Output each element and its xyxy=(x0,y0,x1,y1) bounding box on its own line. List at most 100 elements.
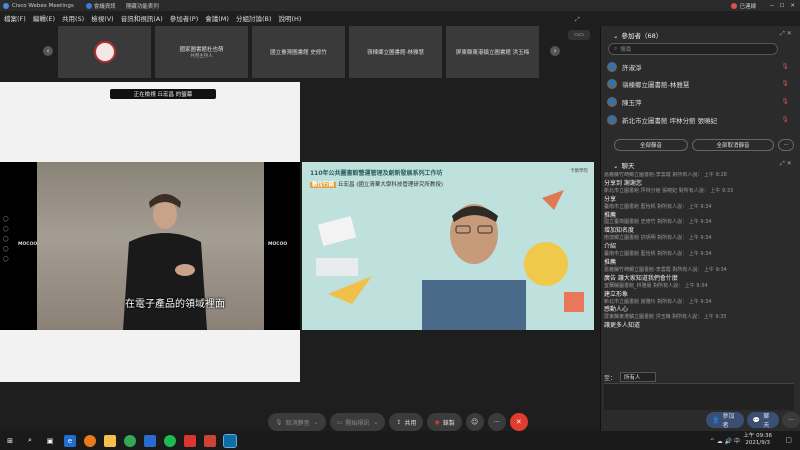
menu-breakout[interactable]: 分組討論(B) xyxy=(236,13,272,23)
powerpoint-icon[interactable] xyxy=(204,434,216,447)
record-icon: ◉ xyxy=(434,418,440,426)
mic-muted-icon[interactable]: 🎙 xyxy=(781,80,789,87)
start-video-button[interactable]: ▭ 開始視訊 ⌄ xyxy=(329,413,386,431)
menu-audio-video[interactable]: 音訊和視訊(A) xyxy=(121,13,163,23)
chat-message: 廣告 讓大家知道我們會什麼 xyxy=(604,274,678,282)
edge-icon[interactable]: e xyxy=(64,434,76,447)
maximize-button[interactable]: ☐ xyxy=(779,3,784,9)
video-off-icon: ▭ xyxy=(336,418,343,426)
chat-meta: 嘉義縣竹崎鄉立圖書館-李雲霞 對所有人說： 上午 9:28 xyxy=(604,172,727,178)
thumbnail-participant[interactable]: 屏東縣東港鎮立圖書館 洪玉梅 xyxy=(446,26,539,78)
leave-meeting-button[interactable]: ✕ xyxy=(509,413,528,431)
chat-meta: 新北市立圖書館 謝雅玲 對所有人說： 上午 9:34 xyxy=(604,298,712,305)
minimize-button[interactable]: ─ xyxy=(770,3,773,9)
chrome-icon[interactable] xyxy=(124,434,136,447)
webex-taskbar-icon[interactable] xyxy=(223,433,237,448)
hide-menu-bar-button[interactable]: 隱藏功能表列 xyxy=(126,2,159,10)
side-indicator-icons: ◯ ◯ ◯ ◯ ◯ xyxy=(3,214,15,264)
tab-chat[interactable]: 💬 聊天 xyxy=(746,412,780,429)
menu-meeting[interactable]: 會議(M) xyxy=(205,13,229,23)
webex-logo-icon xyxy=(3,2,9,9)
thumbnail-participant[interactable]: 嶺棟鄉立圖書館-林雅慧 xyxy=(349,26,442,78)
thumbnail-host-logo[interactable] xyxy=(58,26,151,78)
library-seal-icon xyxy=(93,41,116,63)
participant-search-input[interactable]: ⌕ 搜尋 xyxy=(608,43,778,55)
share-viewing-banner: 正在檢視 丘宏昌 的螢幕 xyxy=(110,89,216,99)
chat-meta: 嘉義縣竹崎鄉立圖書館-李雲霞 對所有人說： 上午 9:34 xyxy=(604,266,727,273)
indicator-icon: ◯ xyxy=(3,226,9,232)
system-clock[interactable]: 上午 09:36 2021/9/3 xyxy=(743,433,772,447)
record-button[interactable]: ◉ 錄製 xyxy=(427,413,462,431)
menu-share[interactable]: 共用(S) xyxy=(62,13,84,23)
fullscreen-icon[interactable]: ⤢ xyxy=(575,16,580,24)
thumbnail-participant[interactable]: 國家圖書館杜也萌 共用主持人 xyxy=(155,26,248,78)
windows-start-icon[interactable]: ⊞ xyxy=(4,435,16,447)
close-window-button[interactable]: ✕ xyxy=(790,3,795,9)
chevron-down-icon[interactable]: ⌄ xyxy=(613,162,618,170)
shared-video: 在電子產品的領域裡面 MOCOO MOCOO xyxy=(0,162,300,330)
mic-muted-icon[interactable]: 🎙 xyxy=(781,98,789,105)
video-caption: 在電子產品的領域裡面 xyxy=(125,299,225,310)
spotify-icon[interactable] xyxy=(164,434,176,447)
chevron-down-icon: ⌄ xyxy=(373,418,379,426)
chat-recipient-select[interactable]: 所有人 xyxy=(620,372,656,382)
panel-tabs: 👤 參加者 💬 聊天 ··· xyxy=(706,412,800,430)
person-icon: 👤 xyxy=(712,416,720,424)
menu-participants[interactable]: 參加者(P) xyxy=(170,13,199,23)
menu-file[interactable]: 檔案(F) xyxy=(4,13,26,23)
chat-message: 分享 xyxy=(604,195,617,203)
more-options-button[interactable]: ··· xyxy=(487,413,506,431)
unmute-button[interactable]: 🎙 取消靜音 ⌄ xyxy=(268,413,326,431)
thumbnail-participant[interactable]: 國立臺灣圖書館 史修竹 xyxy=(252,26,345,78)
chat-input[interactable] xyxy=(604,383,794,410)
unmute-all-button[interactable]: 全部取消靜音 xyxy=(692,139,774,151)
mic-muted-icon[interactable]: 🎙 xyxy=(781,63,789,70)
slide-illustration xyxy=(316,190,584,330)
share-icon: ⇪ xyxy=(396,418,402,426)
system-tray-icons[interactable]: ^ ☁ 🔊 中 xyxy=(710,436,740,445)
mic-muted-icon[interactable]: 🎙 xyxy=(781,116,789,123)
chevron-down-icon[interactable]: ⌄ xyxy=(613,32,618,40)
firefox-icon[interactable] xyxy=(84,434,96,447)
mute-all-button[interactable]: 全部靜音 xyxy=(614,139,688,151)
participant-item[interactable]: 👤 新北市立圖書館 坪林分館 張曉妃 🎙 xyxy=(607,111,795,128)
task-view-icon[interactable]: ▣ xyxy=(44,435,56,447)
participant-item[interactable]: 👤 陳玉萍 🎙 xyxy=(607,93,795,110)
participant-item[interactable]: 👤 嶺棟鄉立圖書館-林雅慧 🎙 xyxy=(607,75,795,92)
reactions-button[interactable]: ☺ xyxy=(465,413,484,431)
tab-participants[interactable]: 👤 參加者 xyxy=(706,412,744,429)
menu-edit[interactable]: 編輯(E) xyxy=(33,13,55,23)
notification-icon[interactable]: ▢ xyxy=(785,436,792,444)
layout-toggle-button[interactable]: ▭▭ xyxy=(568,30,590,40)
speaker-video: 110年公共圖書館營運管理及創新發展系列工作坊 數位行銷 丘宏昌 (國立清華大學科… xyxy=(302,162,594,330)
avatar: 👤 xyxy=(607,96,617,107)
search-icon[interactable]: ⌕ xyxy=(24,435,36,447)
thumb-next-button[interactable]: › xyxy=(550,46,560,56)
pdf-icon[interactable] xyxy=(184,434,196,447)
panel-popout-icon[interactable]: ⤢ ✕ xyxy=(780,30,794,38)
browser-icon[interactable] xyxy=(144,434,156,447)
meeting-info-tab[interactable]: 會議資訊 xyxy=(85,2,116,10)
indicator-icon: ◯ xyxy=(3,236,9,242)
participants-more-button[interactable]: ··· xyxy=(778,139,794,151)
status-dot-icon xyxy=(730,2,737,9)
indicator-icon: ◯ xyxy=(3,256,9,262)
menu-help[interactable]: 說明(H) xyxy=(278,13,301,23)
participants-header: ⌄ 參加者（68） xyxy=(613,32,663,40)
chat-popout-icon[interactable]: ⤢ ✕ xyxy=(780,160,794,168)
meeting-controls: 🎙 取消靜音 ⌄ ▭ 開始視訊 ⌄ ⇪ 共用 ◉ 錄製 ☺ ··· ✕ xyxy=(268,412,528,432)
title-bar: Cisco Webex Meetings 會議資訊 隱藏功能表列 已連線 ─ ☐… xyxy=(0,0,800,11)
thumb-prev-button[interactable]: ‹ xyxy=(43,46,53,56)
thumbnail-strip: 國家圖書館杜也萌 共用主持人 國立臺灣圖書館 史修竹 嶺棟鄉立圖書館-林雅慧 屏東… xyxy=(58,26,542,78)
chat-meta: 新北市立圖書館 坪林分館 張曉妃 對所有人說： 上午 9:33 xyxy=(604,187,734,194)
file-explorer-icon[interactable] xyxy=(104,434,116,447)
chat-header: ⌄ 聊天 xyxy=(613,162,635,170)
menu-view[interactable]: 檢視(V) xyxy=(91,13,114,23)
share-button[interactable]: ⇪ 共用 xyxy=(389,413,424,431)
indicator-icon: ◯ xyxy=(3,246,9,252)
indicator-icon: ◯ xyxy=(3,216,9,222)
windows-taskbar: ⊞ ⌕ ▣ e ^ ☁ 🔊 中 上午 09:36 2021/9/3 ▢ xyxy=(0,431,800,450)
panel-more-button[interactable]: ··· xyxy=(782,412,800,428)
chat-log: 嘉義縣竹崎鄉立圖書館-李雲霞 對所有人說： 上午 9:28 分享到 謝謝您 新北… xyxy=(604,172,794,362)
participant-item[interactable]: 👤 許淑淨 🎙 xyxy=(607,58,795,75)
